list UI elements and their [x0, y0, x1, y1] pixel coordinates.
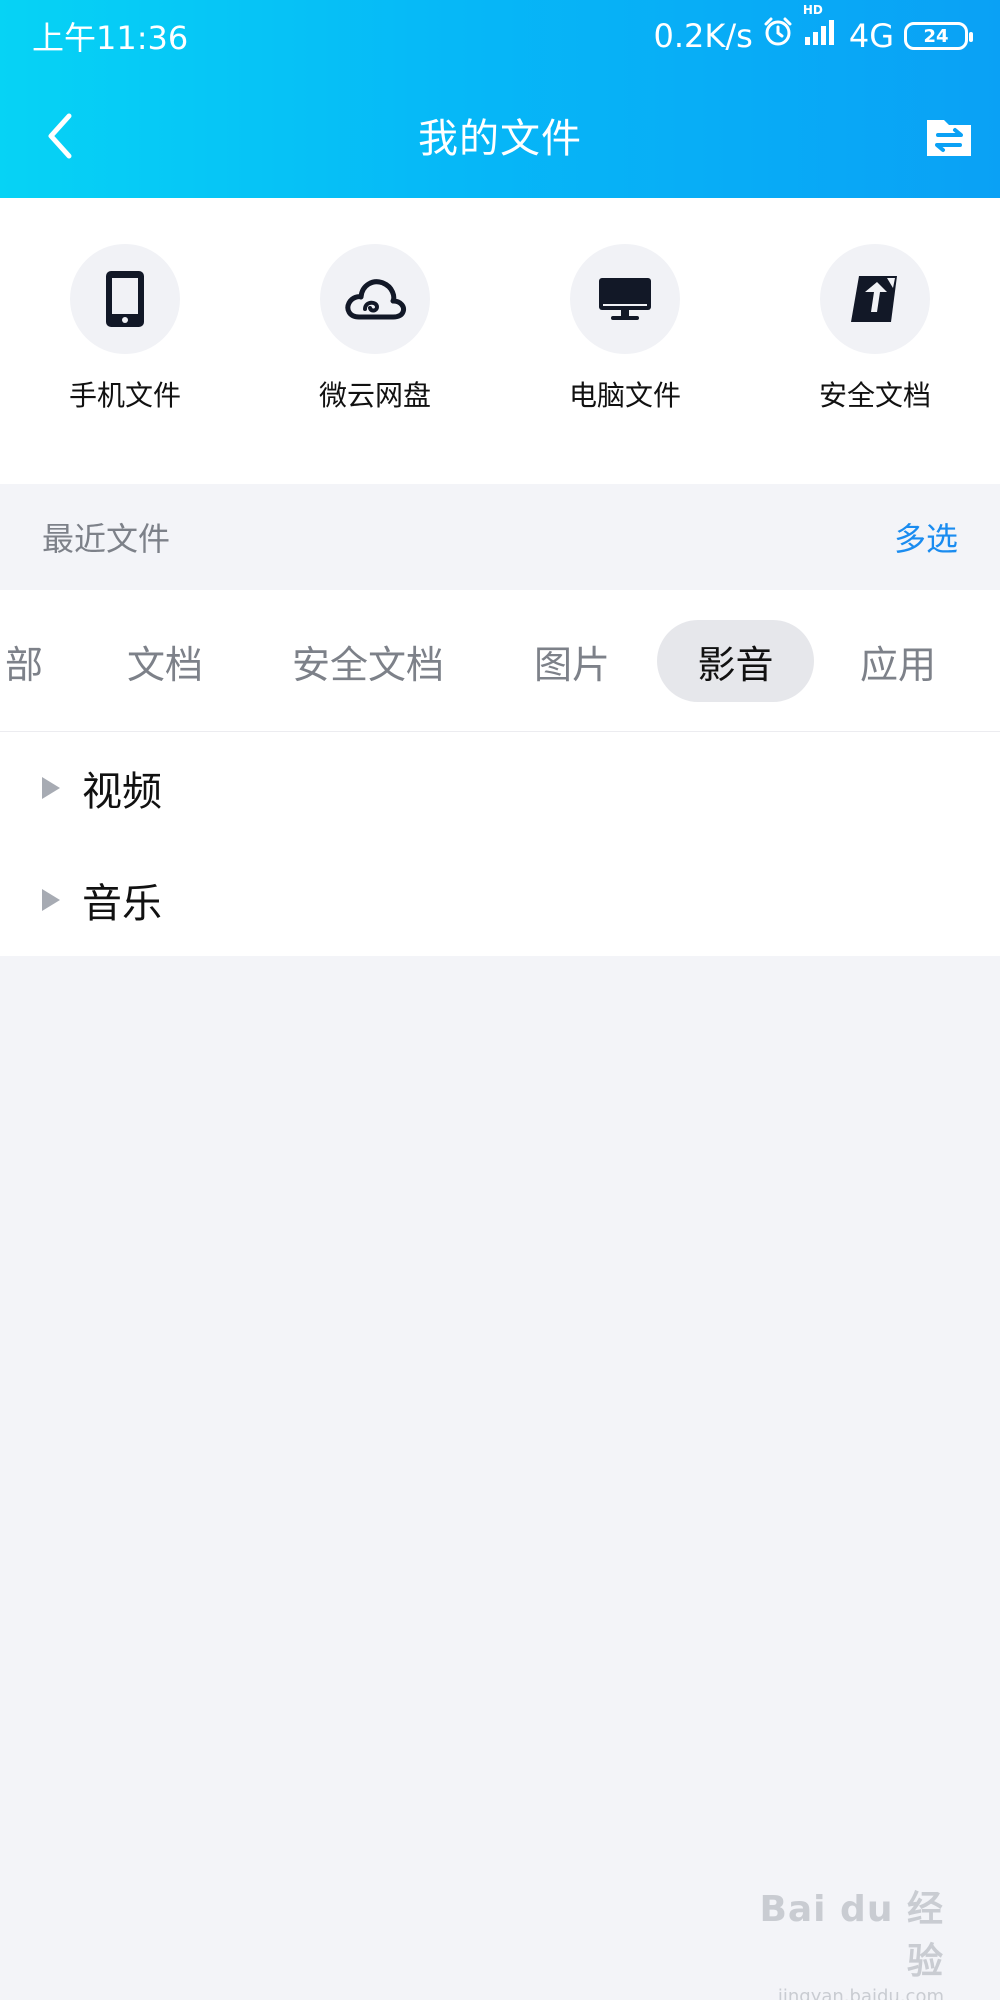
network-speed: 0.2K/s	[653, 17, 753, 55]
quick-item-label: 安全文档	[818, 379, 931, 412]
tab-apps[interactable]: 应用	[836, 620, 960, 702]
page-title: 我的文件	[418, 116, 582, 162]
title-bar: 我的文件	[0, 72, 1000, 198]
list-item-label: 视频	[82, 769, 162, 815]
app-header: 上午11:36 0.2K/s HD 4G 24 我的文件	[0, 0, 1000, 198]
expand-arrow-icon	[42, 777, 60, 799]
watermark-url: jingyan.baidu.com	[777, 1986, 944, 2000]
quick-item-computer-files[interactable]: 电脑文件	[535, 244, 715, 424]
back-button[interactable]	[36, 108, 84, 164]
list-item-music[interactable]: 音乐	[0, 844, 1000, 956]
network-type: 4G	[848, 17, 894, 55]
chevron-left-icon	[48, 113, 72, 159]
phone-icon	[70, 244, 180, 354]
transfer-button[interactable]	[924, 112, 974, 162]
tab-media[interactable]: 影音	[657, 620, 814, 702]
quick-item-phone-files[interactable]: 手机文件	[35, 244, 215, 424]
cloud-icon	[320, 244, 430, 354]
computer-icon	[570, 244, 680, 354]
signal-icon: HD	[803, 3, 839, 55]
list-item-video[interactable]: 视频	[0, 732, 1000, 844]
multi-select-button[interactable]: 多选	[894, 514, 958, 560]
battery-icon: 24	[904, 22, 973, 50]
battery-level: 24	[923, 25, 949, 47]
recent-files-header: 最近文件 多选	[0, 484, 1000, 590]
tab-all[interactable]: 部	[0, 620, 54, 702]
quick-item-label: 电脑文件	[568, 379, 681, 412]
watermark: Bai du 经验 jingyan.baidu.com	[744, 1880, 944, 2000]
hd-label: HD	[802, 3, 823, 17]
status-time: 上午11:36	[32, 19, 189, 57]
category-tabs: 部 文档 安全文档 图片 影音 应用	[0, 590, 1000, 732]
tab-secure-docs[interactable]: 安全文档	[272, 620, 464, 702]
status-bar: 上午11:36 0.2K/s HD 4G 24	[0, 0, 1000, 72]
watermark-logo: Bai du 经验	[759, 1889, 944, 1982]
list-item-label: 音乐	[82, 881, 162, 927]
tab-pictures[interactable]: 图片	[510, 620, 634, 702]
alarm-icon	[763, 17, 793, 55]
recent-files-title: 最近文件	[42, 520, 171, 558]
secure-doc-icon	[820, 244, 930, 354]
tab-documents[interactable]: 文档	[100, 620, 230, 702]
quick-access-grid: 手机文件 微云网盘 电脑文件 安全文档	[0, 198, 1000, 484]
media-category-list: 视频 音乐	[0, 732, 1000, 956]
quick-item-secure-docs[interactable]: 安全文档	[785, 244, 965, 424]
status-indicators: 0.2K/s HD 4G 24	[653, 3, 973, 55]
quick-item-label: 微云网盘	[318, 379, 431, 412]
folder-transfer-icon	[927, 120, 971, 156]
quick-item-label: 手机文件	[68, 379, 181, 412]
expand-arrow-icon	[42, 889, 60, 911]
quick-item-weiyun[interactable]: 微云网盘	[285, 244, 465, 424]
